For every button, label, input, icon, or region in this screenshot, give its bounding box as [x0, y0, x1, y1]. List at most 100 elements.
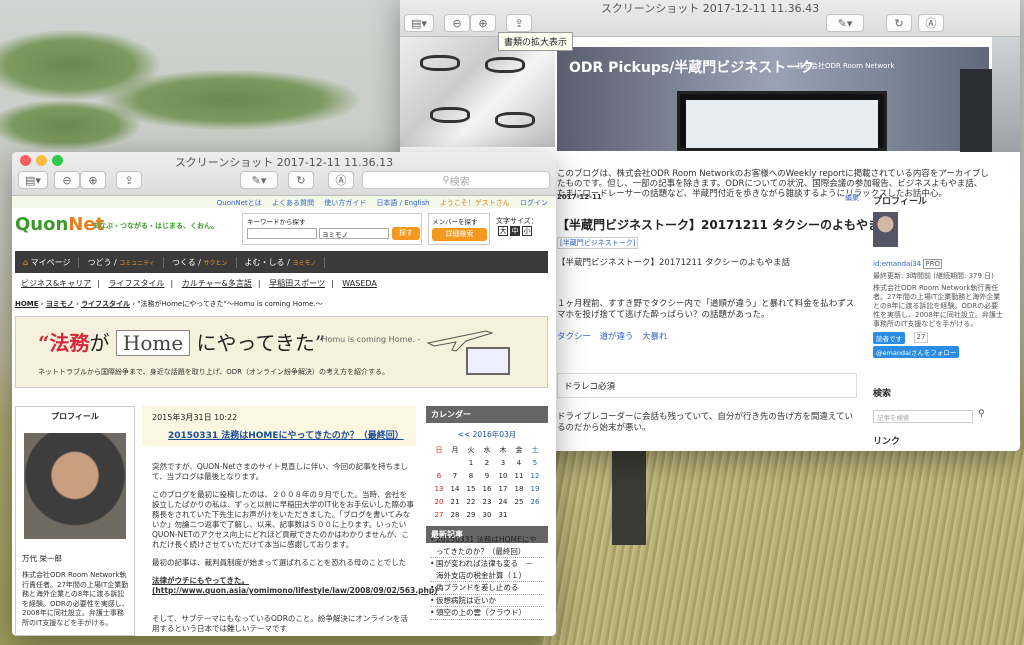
hero-subtitle: - Homu is coming Home. - — [316, 335, 421, 344]
recent-item[interactable]: 領空の上の雲（クラウド） — [430, 607, 544, 620]
font-size-control: 文字サイズ： 大中小 — [496, 217, 538, 236]
zoom-tooltip: 書類の拡大表示 — [498, 32, 574, 51]
breadcrumb-item[interactable]: ライフスタイル — [81, 300, 130, 308]
hero-title: “法務が Home にやってきた” — [38, 330, 326, 356]
subnav-item[interactable]: 早稲田スポーツ — [269, 279, 325, 288]
annotate-button[interactable]: Ⓐ — [328, 171, 354, 189]
topbar-link[interactable]: 日本語 / English — [376, 199, 429, 207]
breadcrumb-item[interactable]: ヨミモノ — [46, 300, 74, 308]
zoom-in-button[interactable]: ⊕ — [470, 14, 496, 32]
article-paragraph: ドライブレコーダーに会話も残っていて、自分が行き先の告げ方を間違えているのだから… — [557, 412, 853, 433]
avatar — [873, 212, 898, 247]
right-column: カレンダー << 2016年03月 日月火水木金土 12345 6 7 8 9 10 11… — [426, 406, 548, 636]
category-select[interactable]: ヨミモノ — [319, 228, 389, 239]
recent-item[interactable]: 偽ブランドを差し止める — [430, 582, 544, 595]
post-title[interactable]: 20150331 法務はHOMEにやってきたのか？（最終回） — [168, 428, 404, 441]
main-nav: ⌂ マイページ つどう / コミュニティ つくる / サクヒン よむ・しる / … — [15, 251, 548, 273]
keyword-label: キーワードから探す — [247, 218, 306, 226]
nav-yomu[interactable]: よむ・しる / ヨミモノ — [237, 256, 326, 268]
recent-item[interactable]: 仮想病院は近いか — [430, 595, 544, 607]
user-stats: 最終更新: 3時間前 (継続期間: 379 日) — [873, 272, 994, 280]
reader-button[interactable]: 読者です — [873, 332, 905, 344]
toolbar: スクリーンショット 2017-12-11 11.36.13 ▤▾ ⊖ ⊕ ⇪ ✎… — [12, 152, 556, 196]
tree-canopy — [0, 100, 140, 150]
front-preview-window: スクリーンショット 2017-12-11 11.36.13 ▤▾ ⊖ ⊕ ⇪ ✎… — [12, 152, 556, 636]
post-date: 2015年3月31日 10:22 — [152, 413, 238, 422]
post-link-title[interactable]: 法律がウチにもやってきた。 — [152, 576, 414, 586]
glasses-shape — [430, 107, 470, 123]
sidebar-toggle-button[interactable]: ▤▾ — [404, 14, 434, 32]
nav-tsukuru[interactable]: つくる / サクヒン — [164, 256, 237, 268]
user-id-link[interactable]: id:emandai34 PRO — [873, 259, 1003, 269]
search-button[interactable]: 探す — [392, 227, 420, 240]
post-paragraph: このブログを最初に投稿したのは、２００８年の９月でした。当時、会社を設立したばか… — [152, 490, 414, 549]
rotate-button[interactable]: ↻ — [288, 171, 314, 189]
calendar: 日月火水木金土 12345 6 7 8 9 10 11 12 13 14 15 16 17 18 19 … — [434, 445, 540, 519]
sidebar-search-input[interactable]: 記事を検索 — [873, 410, 973, 423]
laptop-icon — [466, 347, 510, 375]
post-paragraph: 最初の記事は、裁判員制度が始まって選ばれることを恐れる母のことでした — [152, 558, 407, 567]
post-link[interactable]: (http://www.quon.asia/yomimono/lifestyle… — [152, 586, 438, 596]
sub-nav: ビジネス&キャリア | ライフスタイル | カルチャー&多言語 | 早稲田スポーツ | … — [21, 279, 377, 288]
annotate-button[interactable]: Ⓐ — [918, 14, 944, 32]
zoom-in-button[interactable]: ⊕ — [80, 171, 106, 189]
markup-pen-button[interactable]: ✎▾ — [240, 171, 278, 189]
post-paragraph: そして、サブテーマにもなっているODRのこと。紛争解決にオンラインを活用するとい… — [152, 614, 408, 633]
recent-item[interactable]: 国が変われば法律も変る － 海外支店の税金計算（１） — [430, 558, 544, 582]
banner-subtitle: 株式会社ODR Room Network — [797, 62, 895, 70]
section-box: ドラレコ必須 — [557, 373, 857, 398]
monitor-image — [677, 91, 887, 151]
welcome-text: ようこそ！ゲストさん — [439, 199, 510, 207]
subnav-item[interactable]: ビジネス&キャリア — [21, 279, 91, 288]
share-button[interactable]: ⇪ — [116, 171, 142, 189]
banner-title: ODR Pickups/半蔵門ビジネストーク — [569, 60, 815, 76]
post-paragraph: 突然ですが、QUON-Netさまのサイト見直しに伴い、今回の記事を持ちまして、当… — [152, 462, 409, 481]
twitter-follow-button[interactable]: @emandaiさんをフォロー — [873, 346, 960, 358]
article-tags[interactable]: タクシー 道が違う 大暴れ — [557, 330, 668, 342]
zoom-out-button[interactable]: ⊖ — [444, 14, 470, 32]
share-button[interactable]: ⇪ — [506, 14, 532, 32]
font-small-button[interactable]: 小 — [522, 226, 532, 236]
breadcrumb-item[interactable]: HOME — [15, 300, 39, 308]
keyword-input[interactable] — [247, 228, 317, 239]
sidebar-link-heading: リンク — [873, 437, 901, 447]
markup-pen-button[interactable]: ✎▾ — [826, 14, 864, 32]
edit-link[interactable]: 編集 — [845, 193, 859, 203]
subnav-item[interactable]: カルチャー&多言語 — [182, 279, 252, 288]
side-image — [992, 37, 1020, 152]
quonnet-logo[interactable]: QuonNet — [15, 214, 104, 235]
article-paragraph: １ヶ月程前、すすき野でタクシー内で「道順が違う」と暴れて料金を払わずスマホを投げ… — [557, 299, 855, 320]
profile-column: プロフィール 万代 栄一郎 株式会社ODR Room Network執行責任者。… — [15, 406, 135, 636]
toolbar: スクリーンショット 2017-12-11 11.36.43 ▤▾ ⊖ ⊕ ⇪ ✎… — [400, 0, 1020, 37]
login-link[interactable]: ログイン — [520, 199, 548, 207]
topbar-link[interactable]: QuonNetとは — [217, 199, 262, 207]
article-title[interactable]: 【半蔵門ビジネストーク】20171211 タクシーのよもやま話 — [557, 216, 892, 233]
category-tag[interactable]: [半蔵門ビジネストーク] — [557, 237, 639, 249]
page-content: QuonNetとは よくある質問 使い方ガイド 日本語 / English よう… — [12, 196, 556, 636]
subnav-item[interactable]: ライフスタイル — [109, 279, 165, 288]
calendar-heading: カレンダー — [426, 406, 548, 423]
search-icon[interactable]: ⚲ — [978, 410, 1020, 419]
rotate-button[interactable]: ↻ — [886, 14, 912, 32]
nav-mypage[interactable]: ⌂ マイページ — [15, 256, 80, 268]
recent-item[interactable]: 20150331 法務はHOMEにやってきたのか？（最終回） — [430, 534, 544, 558]
desktop-background: スクリーンショット 2017-12-11 11.36.43 ▤▾ ⊖ ⊕ ⇪ ✎… — [0, 0, 1024, 645]
zoom-out-button[interactable]: ⊖ — [54, 171, 80, 189]
top-links: QuonNetとは よくある質問 使い方ガイド 日本語 / English よう… — [12, 196, 556, 208]
reader-count: 27 — [914, 332, 928, 343]
breadcrumb: HOME › ヨミモノ › ライフスタイル › "法務がHomeにやってきた"～… — [15, 300, 323, 308]
sidebar-toggle-button[interactable]: ▤▾ — [18, 171, 48, 189]
profile-desc: 株式会社ODR Room Network執行責任者。27年間の上場IT企業勤務と… — [22, 571, 129, 627]
font-medium-button[interactable]: 中 — [510, 226, 520, 236]
breadcrumb-current: "法務がHomeにやってきた"～Homu is coming Home.～ — [137, 300, 323, 308]
font-large-button[interactable]: 大 — [498, 226, 508, 236]
tagline: まなぶ・つながる・はじまる、くおん。 — [92, 222, 218, 230]
glasses-shape — [495, 112, 535, 128]
subnav-item[interactable]: WASEDA — [342, 279, 377, 288]
detail-search-button[interactable]: 詳細検索 — [432, 228, 487, 241]
search-input[interactable]: ⚲ 検索 — [362, 171, 550, 189]
nav-tsudou[interactable]: つどう / コミュニティ — [79, 256, 164, 268]
calendar-month[interactable]: << 2016年03月 — [426, 429, 548, 440]
topbar-link[interactable]: 使い方ガイド — [324, 199, 366, 207]
topbar-link[interactable]: よくある質問 — [272, 199, 314, 207]
